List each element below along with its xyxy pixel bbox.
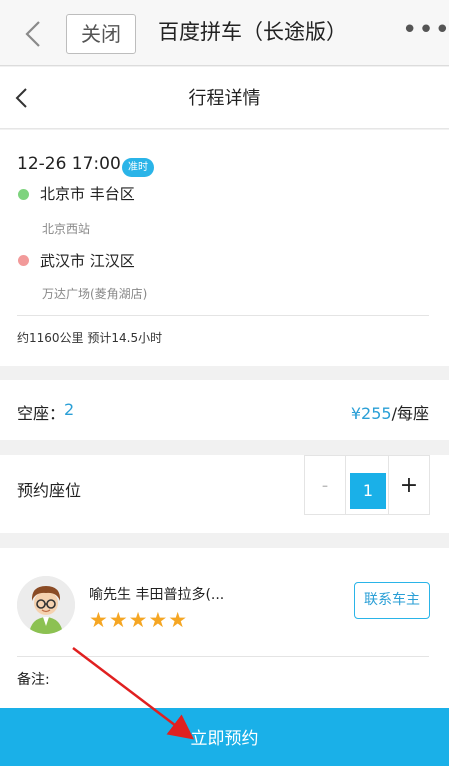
close-button[interactable]: 关闭: [66, 14, 136, 54]
back-icon[interactable]: [22, 20, 44, 48]
trip-distance: 约1160公里 预计14.5小时: [17, 331, 163, 345]
app-title: 百度拼车（长途版）: [158, 20, 347, 44]
page-header: 行程详情: [0, 67, 449, 129]
seats-card: 空座： 2 ¥255/每座: [0, 380, 449, 440]
reserve-now-button[interactable]: 立即预约: [0, 708, 449, 766]
quantity-value-box: 1: [346, 455, 388, 515]
price-amount: ¥255: [350, 404, 392, 423]
empty-seats-label: 空座：: [17, 404, 66, 423]
decrement-button[interactable]: -: [304, 455, 346, 515]
increment-button[interactable]: +: [388, 455, 430, 515]
driver-avatar-icon: [17, 576, 75, 634]
punctual-badge: 准时: [122, 158, 154, 177]
origin-city: 北京市 丰台区: [40, 185, 135, 203]
divider: [17, 656, 429, 657]
quantity-value[interactable]: 1: [350, 473, 386, 509]
rating-stars-icon: ★★★★★: [89, 608, 189, 632]
page-title: 行程详情: [188, 88, 261, 109]
destination-spot: 万达广场(菱角湖店): [42, 287, 148, 301]
more-icon[interactable]: •••: [402, 17, 449, 44]
empty-seats-count: 2: [64, 400, 75, 419]
destination-city: 武汉市 江汉区: [40, 252, 135, 270]
quantity-stepper: - 1 +: [304, 455, 430, 515]
avatar: [17, 576, 75, 634]
origin-spot: 北京西站: [42, 222, 91, 236]
reserve-seats-label: 预约座位: [17, 481, 82, 500]
divider: [17, 315, 429, 316]
booking-card: 预约座位 - 1 +: [0, 455, 449, 533]
seat-price: ¥255/每座: [351, 400, 429, 424]
note-label: 备注:: [17, 672, 50, 688]
contact-owner-button[interactable]: 联系车主: [354, 582, 430, 619]
destination-dot-icon: [18, 255, 29, 266]
origin-dot-icon: [18, 189, 29, 200]
top-navigation-bar: 关闭 百度拼车（长途版） •••: [0, 0, 449, 66]
driver-name: 喻先生 丰田普拉多(...: [89, 587, 225, 603]
departure-time: 12-26 17:00: [17, 154, 121, 174]
trip-card: 12-26 17:00 准时 北京市 丰台区 北京西站 武汉市 江汉区 万达广场…: [0, 130, 449, 366]
price-unit: /每座: [391, 404, 429, 423]
